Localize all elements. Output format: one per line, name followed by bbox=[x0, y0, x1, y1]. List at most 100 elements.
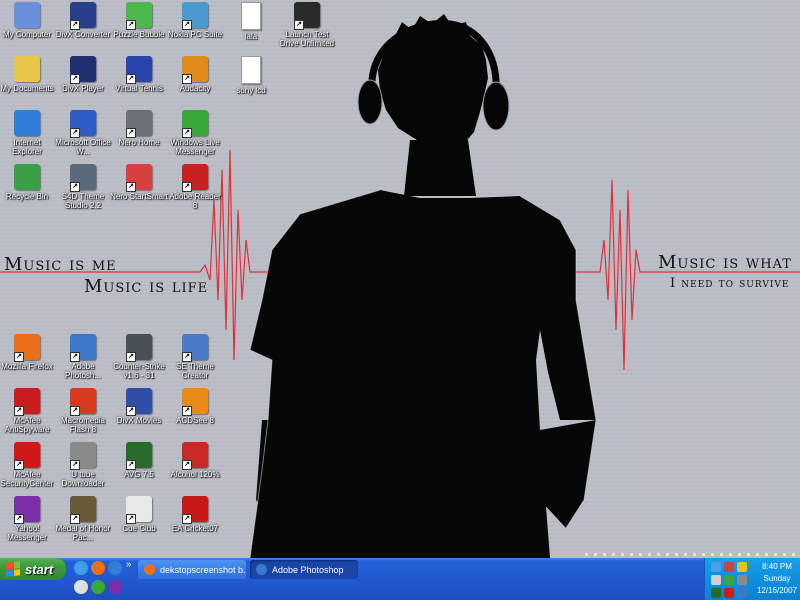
shortcut-arrow-icon: ↗ bbox=[70, 74, 80, 84]
desktop-icon-recycle-bin[interactable]: Recycle Bin bbox=[0, 164, 56, 218]
desktop-icon-mcafee-securitycenter[interactable]: ↗ McAfee SecurityCenter bbox=[0, 442, 56, 496]
firefox-icon: ↗ bbox=[14, 334, 40, 362]
desktop-icon-mcafee-antispyware[interactable]: ↗ McAfee AntiSpyware bbox=[0, 388, 56, 442]
nokia-pc-suite-icon: ↗ bbox=[182, 2, 208, 30]
ea-cricket-icon: ↗ bbox=[182, 496, 208, 524]
messenger-tray-icon[interactable] bbox=[724, 575, 734, 585]
desktop-icon-launch-test-drive-unlimited[interactable]: ↗ Launch Test Drive Unlimited bbox=[278, 2, 336, 56]
desktop-icon-label: Alcohol 120% bbox=[170, 470, 220, 479]
internet-explorer-icon[interactable] bbox=[108, 561, 122, 575]
shortcut-arrow-icon: ↗ bbox=[70, 514, 80, 524]
nero-tray-icon[interactable] bbox=[724, 562, 734, 572]
security-tray-icon[interactable] bbox=[737, 588, 747, 598]
desktop-icon-my-computer[interactable]: My Computer bbox=[0, 2, 56, 56]
desktop-icon-macromedia-flash-8[interactable]: ↗ Macromedia Flash 8 bbox=[54, 388, 112, 442]
start-button[interactable]: start bbox=[0, 558, 66, 580]
word-icon: ↗ bbox=[70, 110, 96, 138]
taskbar-button-dekstopscreenshot-b[interactable]: dekstopscreenshot b... bbox=[138, 560, 246, 579]
desktop-icon-audacity[interactable]: ↗ Audacity bbox=[166, 56, 224, 110]
desktop-icon-ea-cricket07[interactable]: ↗ EA Cricket07 bbox=[166, 496, 224, 550]
mcafee-antispyware-icon: ↗ bbox=[14, 388, 40, 416]
desktop-icon-nero-home[interactable]: ↗ Nero Home bbox=[110, 110, 168, 164]
media-player-icon[interactable] bbox=[74, 580, 88, 594]
desktop-icon-adobe-reader-8[interactable]: ↗ Adobe Reader 8 bbox=[166, 164, 224, 218]
desktop-icon-nokia-pc-suite[interactable]: ↗ Nokia PC Suite bbox=[166, 2, 224, 56]
desktop-icon-label: Puzzle Bubble bbox=[113, 30, 165, 39]
messenger-icon[interactable] bbox=[91, 580, 105, 594]
desktop-icon-label: Adobe Photosh... bbox=[64, 362, 102, 380]
desktop-icon-s4d-theme-studio-2-2[interactable]: ↗ S4D Theme Studio 2.2 bbox=[54, 164, 112, 218]
desktop-icon-divx-movies[interactable]: ↗ DivX Movies bbox=[110, 388, 168, 442]
desktop-icon-label: Audacity bbox=[179, 84, 211, 93]
desktop-icon-label: AVG 7.5 bbox=[124, 470, 154, 479]
safely-remove-icon[interactable] bbox=[737, 575, 747, 585]
shortcut-arrow-icon: ↗ bbox=[182, 128, 192, 138]
desktop-icon-label: Counter-Strike v1.6 - 31 bbox=[113, 362, 165, 380]
desktop-icon-windows-live-messenger[interactable]: ↗ Windows Live Messenger bbox=[166, 110, 224, 164]
my-documents-icon bbox=[14, 56, 40, 82]
shortcut-arrow-icon: ↗ bbox=[126, 352, 136, 362]
silhouette bbox=[249, 14, 597, 558]
desktop-icon-label: lala bbox=[244, 32, 258, 41]
desktop-icon-adobe-photosh[interactable]: ↗ Adobe Photosh... bbox=[54, 334, 112, 388]
shortcut-arrow-icon: ↗ bbox=[70, 20, 80, 30]
utube-downloader-icon: ↗ bbox=[70, 442, 96, 470]
shortcut-arrow-icon: ↗ bbox=[126, 20, 136, 30]
puzzle-bubble-icon: ↗ bbox=[126, 2, 152, 30]
desktop-icon-divx-converter[interactable]: ↗ DivX Converter bbox=[54, 2, 112, 56]
desktop-icon-alcohol-120[interactable]: ↗ Alcohol 120% bbox=[166, 442, 224, 496]
desktop-icon-my-documents[interactable]: My Documents bbox=[0, 56, 56, 110]
desktop-icon-label: Nero StartSmart bbox=[110, 192, 168, 201]
flash-icon: ↗ bbox=[70, 388, 96, 416]
desktop-icon-mozilla-firefox[interactable]: ↗ Mozilla Firefox bbox=[0, 334, 56, 388]
wallpaper-text-line4: I need to survive bbox=[670, 276, 790, 291]
taskbar-button-adobe-photoshop[interactable]: Adobe Photoshop bbox=[250, 560, 358, 579]
desktop-icon-label: DivX Movies bbox=[116, 416, 162, 425]
network-icon[interactable] bbox=[711, 562, 721, 572]
desktop-icon-internet-explorer[interactable]: Internet Explorer bbox=[0, 110, 56, 164]
shortcut-arrow-icon: ↗ bbox=[126, 128, 136, 138]
theme-studio-icon: ↗ bbox=[70, 164, 96, 192]
shortcut-arrow-icon: ↗ bbox=[126, 406, 136, 416]
avg-tray-icon[interactable] bbox=[711, 588, 721, 598]
volume-icon[interactable] bbox=[711, 575, 721, 585]
mcafee-tray-icon[interactable] bbox=[724, 588, 734, 598]
desktop-icon-divx-player[interactable]: ↗ DivX Player bbox=[54, 56, 112, 110]
desktop-icon-sony-lcd[interactable]: sony lcd bbox=[222, 56, 280, 110]
desktop-icon-virtual-tennis[interactable]: ↗ Virtual Tennis bbox=[110, 56, 168, 110]
pulse-line-right bbox=[560, 179, 800, 371]
desktop-icon-u-tube-downloader[interactable]: ↗ U tube Downloader bbox=[54, 442, 112, 496]
firefox-icon[interactable] bbox=[91, 561, 105, 575]
desktop-icon-label: Yahoo! Messenger bbox=[7, 524, 47, 542]
desktop-icon-se-theme-creator[interactable]: ↗ SE Theme Creator bbox=[166, 334, 224, 388]
desktop-icon-label: McAfee AntiSpyware bbox=[4, 416, 50, 434]
my-computer-icon bbox=[14, 2, 40, 28]
desktop[interactable]: Music is me Music is life Music is what … bbox=[0, 0, 800, 558]
shortcut-arrow-icon: ↗ bbox=[14, 460, 24, 470]
desktop-icon-counter-strike-v1-6-31[interactable]: ↗ Counter-Strike v1.6 - 31 bbox=[110, 334, 168, 388]
desktop-icon-label: DivX Player bbox=[62, 84, 104, 93]
desktop-icon-microsoft-office-w[interactable]: ↗ Microsoft Office W... bbox=[54, 110, 112, 164]
desktop-icon-avg-7-5[interactable]: ↗ AVG 7.5 bbox=[110, 442, 168, 496]
desktop-icon-nero-startsmart[interactable]: ↗ Nero StartSmart bbox=[110, 164, 168, 218]
desktop-icon-label: S4D Theme Studio 2.2 bbox=[61, 192, 105, 210]
desktop-icon-cue-club[interactable]: ↗ Cue Club bbox=[110, 496, 168, 550]
desktop-icon-puzzle-bubble[interactable]: ↗ Puzzle Bubble bbox=[110, 2, 168, 56]
text-file-icon bbox=[241, 56, 261, 84]
clock-time[interactable]: 8:40 PM bbox=[755, 562, 799, 571]
shortcut-arrow-icon: ↗ bbox=[182, 20, 192, 30]
desktop-icon-lala[interactable]: lala bbox=[222, 2, 280, 56]
desktop-icon-medal-of-honor-pac[interactable]: ↗ Medal of Honor Pac... bbox=[54, 496, 112, 550]
clock-date: 12/16/2007 bbox=[756, 586, 798, 595]
yahoo-messenger-icon[interactable] bbox=[108, 580, 122, 594]
quick-launch-overflow-button[interactable]: » bbox=[126, 559, 132, 570]
desktop-icon-label: EA Cricket07 bbox=[171, 524, 219, 533]
text-file-icon bbox=[241, 2, 261, 30]
desktop-icon-yahoo-messenger[interactable]: ↗ Yahoo! Messenger bbox=[0, 496, 56, 550]
system-tray: 8:40 PM Sunday 12/16/2007 bbox=[704, 558, 800, 600]
desktop-icon-label: ACDSee 8 bbox=[176, 416, 214, 425]
show-desktop-icon[interactable] bbox=[74, 561, 88, 575]
desktop-icon-acdsee-8[interactable]: ↗ ACDSee 8 bbox=[166, 388, 224, 442]
virtual-tennis-icon: ↗ bbox=[126, 56, 152, 84]
yahoo-tray-icon[interactable] bbox=[737, 562, 747, 572]
